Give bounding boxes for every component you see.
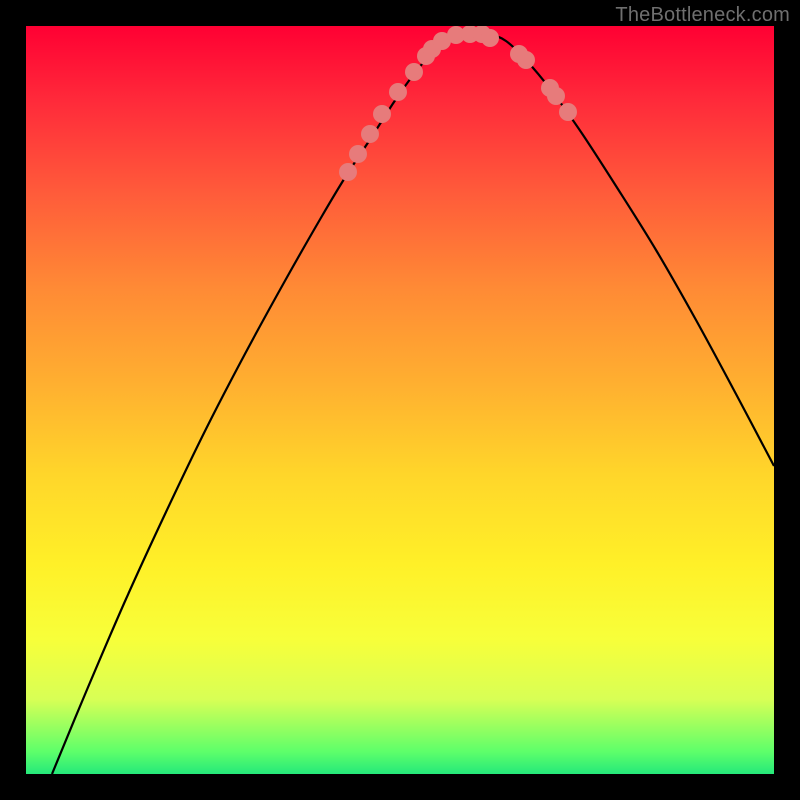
highlight-dot — [349, 145, 367, 163]
highlight-dots — [339, 26, 577, 181]
highlight-dot — [405, 63, 423, 81]
highlight-dot — [389, 83, 407, 101]
highlight-dot — [339, 163, 357, 181]
curve-svg — [26, 26, 774, 774]
bottleneck-curve — [52, 33, 774, 774]
highlight-dot — [517, 51, 535, 69]
highlight-dot — [559, 103, 577, 121]
highlight-dot — [361, 125, 379, 143]
chart-area — [26, 26, 774, 774]
watermark-text: TheBottleneck.com — [615, 4, 790, 27]
highlight-dot — [481, 29, 499, 47]
highlight-dot — [547, 87, 565, 105]
highlight-dot — [373, 105, 391, 123]
